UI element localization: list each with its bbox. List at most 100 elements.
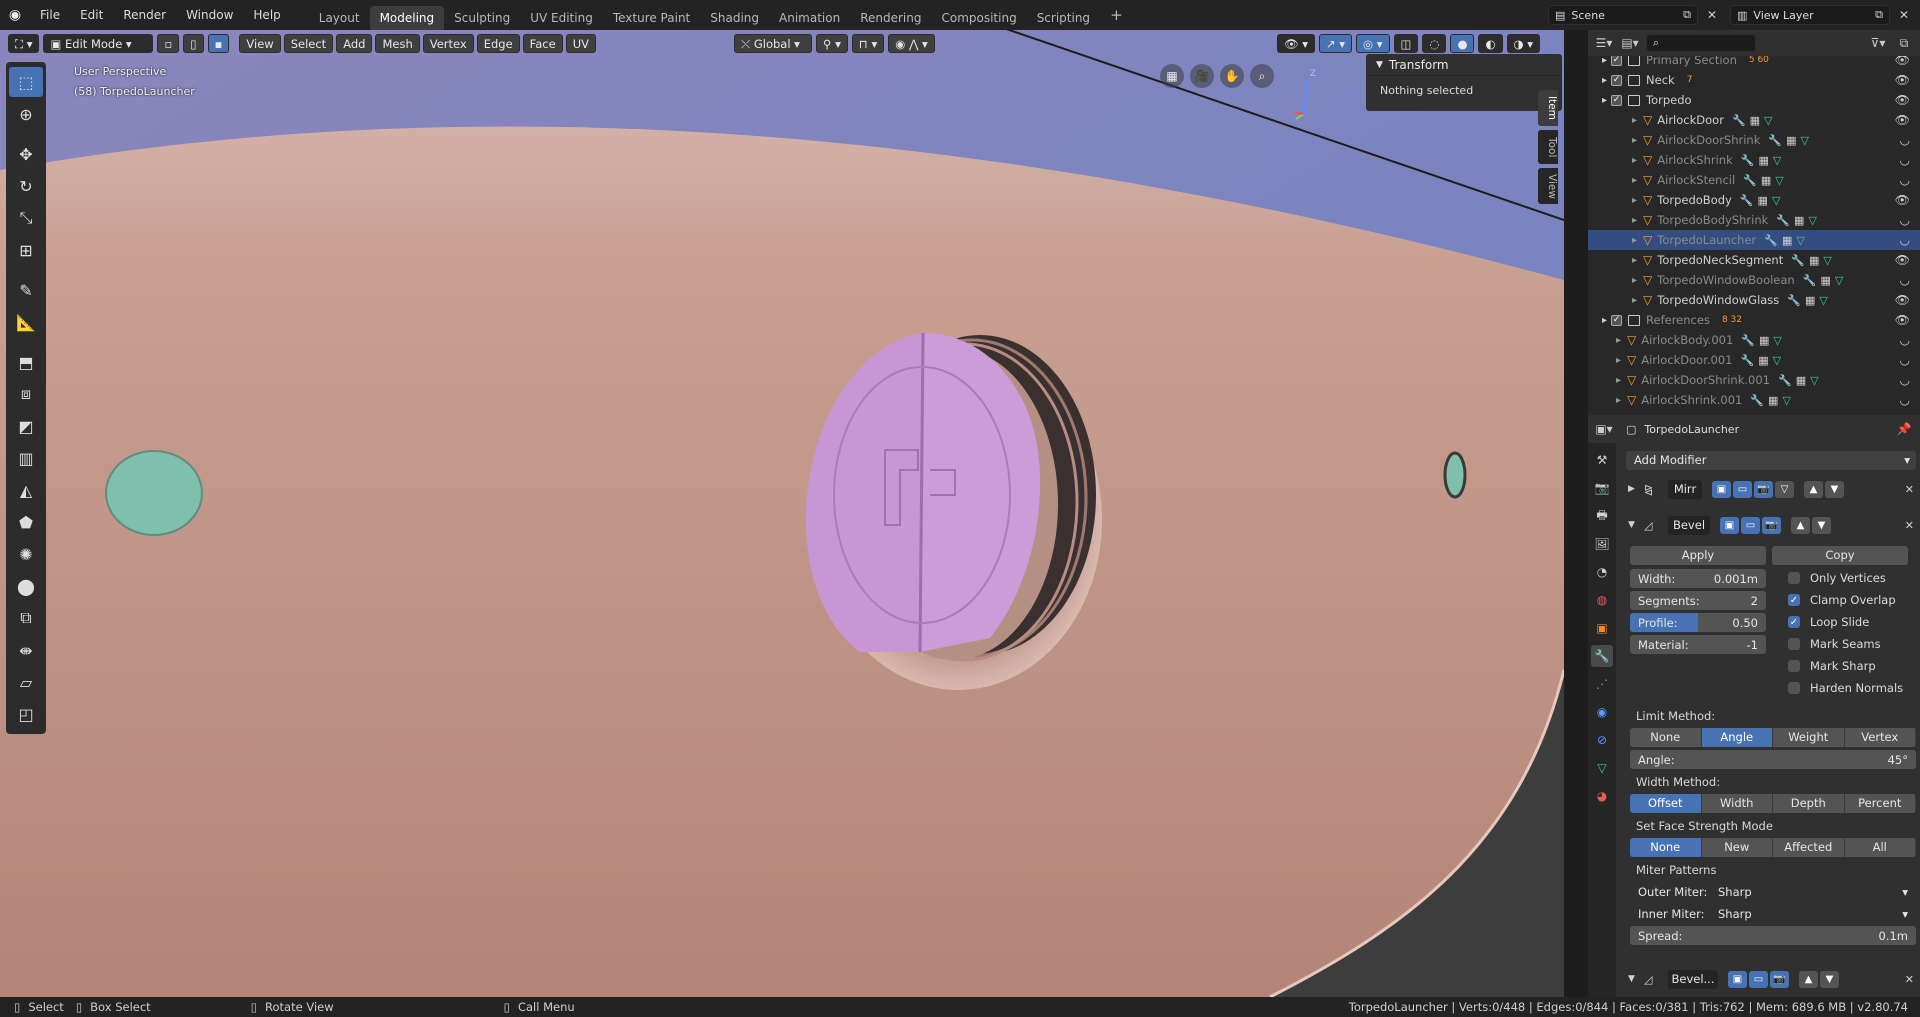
expand-arrow-icon[interactable]: ▸: [1632, 275, 1637, 286]
apply-button[interactable]: Apply: [1630, 546, 1766, 565]
blender-logo-icon[interactable]: ◉: [0, 7, 30, 23]
menu-edit[interactable]: Edit: [70, 8, 113, 22]
workspace-tab-scripting[interactable]: Scripting: [1027, 6, 1100, 30]
width-method-offset[interactable]: Offset: [1630, 794, 1702, 813]
constraints-tab-icon[interactable]: ⊘: [1591, 729, 1613, 751]
zoom-icon[interactable]: ⌕: [1250, 64, 1274, 88]
render-tab-icon[interactable]: 📷: [1591, 477, 1613, 499]
limit-method-vertex-group[interactable]: Vertex Group: [1844, 728, 1916, 747]
viewport-scene[interactable]: [0, 30, 1564, 997]
cage-toggle-icon[interactable]: ▽: [1775, 480, 1794, 498]
outliner-row[interactable]: ▸ ▽ AirlockBody.001 🔧 ▦ ▽ ◡: [1588, 330, 1920, 350]
object-name-field[interactable]: ▢ TorpedoLauncher: [1620, 419, 1880, 439]
eye-closed-icon[interactable]: ◡: [1900, 233, 1910, 247]
transform-orientation[interactable]: ⤬ Global ▾: [733, 33, 812, 53]
collapse-arrow-icon[interactable]: ▼: [1628, 520, 1644, 530]
outliner-row[interactable]: ▸ ▽ TorpedoBody 🔧 ▦ ▽ 👁: [1588, 190, 1920, 210]
face-strength-none[interactable]: None: [1630, 838, 1702, 857]
remove-modifier-icon[interactable]: ✕: [1905, 519, 1914, 532]
modifier-mirror-header[interactable]: ▶ ⧎ Mirr ▣ ▭ 📷 ▽ ▲ ▼ ✕: [1628, 477, 1918, 501]
display-mode-icon[interactable]: ▤▾: [1620, 33, 1640, 53]
outliner-row[interactable]: ▸ ▽ AirlockShrink.001 🔧 ▦ ▽ ◡: [1588, 390, 1920, 410]
pin-icon[interactable]: 📌: [1894, 419, 1914, 439]
rendered-shading-icon[interactable]: ◑ ▾: [1506, 33, 1540, 53]
viewport-menu-select[interactable]: Select: [283, 33, 334, 53]
bevel2-name-field[interactable]: Bevel...: [1668, 969, 1718, 989]
outliner-row[interactable]: ▸ ✓ References 8 32 👁: [1588, 310, 1920, 330]
editmode-toggle-icon[interactable]: ▣: [1720, 516, 1739, 534]
solid-shading-icon[interactable]: ●: [1450, 33, 1475, 53]
eye-open-icon[interactable]: 👁: [1895, 113, 1910, 127]
scene-tab-icon[interactable]: ◔: [1591, 561, 1613, 583]
menu-file[interactable]: File: [30, 8, 70, 22]
move-down-icon[interactable]: ▼: [1812, 516, 1831, 534]
outer-miter-dropdown[interactable]: Outer Miter: Sharp ▾: [1630, 882, 1916, 901]
view-layer-selector[interactable]: ▥ View Layer ⧉: [1730, 5, 1890, 25]
remove-modifier-icon[interactable]: ✕: [1905, 483, 1914, 496]
editor-type-button[interactable]: ⛶ ▾: [8, 33, 40, 53]
data-tab-icon[interactable]: ▽: [1591, 757, 1613, 779]
expand-arrow-icon[interactable]: ▸: [1602, 55, 1607, 66]
width-method-depth[interactable]: Depth: [1773, 794, 1845, 813]
loop-cut-icon[interactable]: ▥: [9, 443, 43, 473]
checkbox-checked-icon[interactable]: ✓: [1788, 616, 1800, 628]
expand-arrow-icon[interactable]: ▸: [1632, 175, 1637, 186]
annotate-icon[interactable]: ✎: [9, 275, 43, 305]
outliner-row[interactable]: ▸ ▽ AirlockDoor 🔧 ▦ ▽ 👁: [1588, 110, 1920, 130]
checkbox-loop-slide[interactable]: ✓ Loop Slide: [1788, 615, 1869, 629]
object-tab-icon[interactable]: ▣: [1591, 617, 1613, 639]
outliner-search-input[interactable]: ⌕: [1646, 34, 1756, 52]
outliner-row[interactable]: ▸ ▽ AirlockStencil 🔧 ▦ ▽ ◡: [1588, 170, 1920, 190]
axis-gizmo[interactable]: Z: [1290, 64, 1330, 124]
face-strength-all[interactable]: All: [1844, 838, 1916, 857]
move-icon[interactable]: ✥: [9, 139, 43, 169]
rotate-icon[interactable]: ↻: [9, 171, 43, 201]
mode-selector[interactable]: ▣ Edit Mode ▾: [43, 33, 154, 53]
grid-view-icon[interactable]: ▦: [1160, 64, 1184, 88]
expand-arrow-icon[interactable]: ▸: [1616, 355, 1621, 366]
proportional-edit-icon[interactable]: ◉ ⋀ ▾: [888, 33, 935, 53]
menu-help[interactable]: Help: [243, 8, 290, 22]
outliner-row[interactable]: ▸ ▽ TorpedoLauncher 🔧 ▦ ▽ ◡: [1588, 230, 1920, 250]
select-box-icon[interactable]: ⬚: [9, 67, 43, 97]
exclude-checkbox[interactable]: ✓: [1611, 94, 1623, 106]
move-up-icon[interactable]: ▲: [1804, 480, 1823, 498]
checkbox-empty-icon[interactable]: [1788, 572, 1800, 584]
profile-slider[interactable]: Profile: 0.50: [1630, 613, 1766, 632]
checkbox-checked-icon[interactable]: ✓: [1788, 594, 1800, 606]
eye-closed-icon[interactable]: ◡: [1900, 373, 1910, 387]
expand-arrow-icon[interactable]: ▸: [1632, 135, 1637, 146]
menu-render[interactable]: Render: [113, 8, 176, 22]
viewport-menu-view[interactable]: View: [239, 33, 281, 53]
outliner-row[interactable]: ▸ ▽ AirlockDoorShrink 🔧 ▦ ▽ ◡: [1588, 130, 1920, 150]
properties-editor-icon[interactable]: ▣▾: [1594, 419, 1614, 439]
pan-hand-icon[interactable]: ✋: [1220, 64, 1244, 88]
checkbox-harden-normals[interactable]: Harden Normals: [1788, 681, 1903, 695]
outliner-row[interactable]: ▸ ▽ AirlockDoor.001 🔧 ▦ ▽ ◡: [1588, 350, 1920, 370]
particles-tab-icon[interactable]: ⋰: [1591, 673, 1613, 695]
sidebar-tab-tool[interactable]: Tool: [1538, 130, 1558, 164]
extrude-icon[interactable]: ⬒: [9, 347, 43, 377]
eye-closed-icon[interactable]: ◡: [1900, 333, 1910, 347]
workspace-tab-layout[interactable]: Layout: [309, 6, 370, 30]
spread-field[interactable]: Spread: 0.1m: [1630, 926, 1916, 945]
view-layer-tab-icon[interactable]: 🖼: [1591, 533, 1613, 555]
workspace-tab-animation[interactable]: Animation: [769, 6, 850, 30]
expand-arrow-icon[interactable]: ▸: [1632, 155, 1637, 166]
eye-closed-icon[interactable]: ◡: [1900, 393, 1910, 407]
scene-copy-icon[interactable]: ⧉: [1683, 8, 1691, 22]
render-toggle-icon[interactable]: 📷: [1770, 970, 1789, 988]
copy-button[interactable]: Copy: [1772, 546, 1908, 565]
expand-arrow-icon[interactable]: ▸: [1602, 95, 1607, 106]
eye-closed-icon[interactable]: ◡: [1900, 273, 1910, 287]
checkbox-only-vertices[interactable]: Only Vertices: [1788, 571, 1886, 585]
viewport-menu-edge[interactable]: Edge: [476, 33, 520, 53]
exclude-checkbox[interactable]: ✓: [1611, 54, 1623, 66]
viewport-toggle-icon[interactable]: ▭: [1749, 970, 1768, 988]
tool-tab-icon[interactable]: ⚒: [1591, 449, 1613, 471]
new-collection-icon[interactable]: ⧉: [1894, 33, 1914, 53]
visibility-icon[interactable]: 👁 ▾: [1276, 33, 1315, 53]
bevel-icon[interactable]: ◩: [9, 411, 43, 441]
editmode-toggle-icon[interactable]: ▣: [1712, 480, 1731, 498]
expand-arrow-icon[interactable]: ▶: [1628, 484, 1644, 494]
